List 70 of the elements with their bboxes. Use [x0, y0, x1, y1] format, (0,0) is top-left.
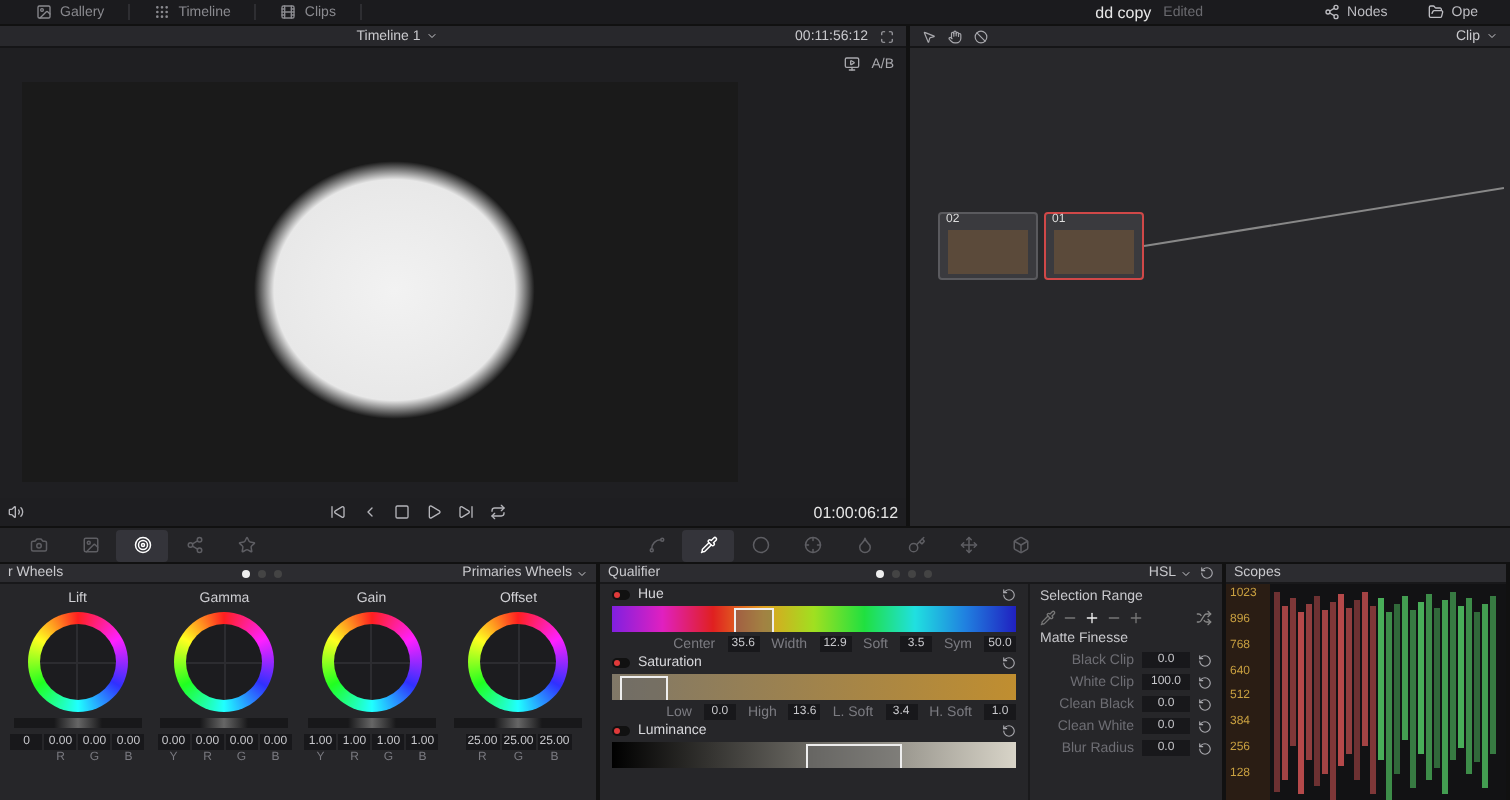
picker-tool[interactable] [1040, 610, 1056, 626]
thumbnail-placeholder [948, 230, 1028, 274]
master-slider[interactable] [160, 718, 289, 728]
loop-icon[interactable] [490, 504, 507, 520]
range-bar[interactable] [612, 742, 1016, 768]
caret-icon [1486, 30, 1498, 42]
box-icon [1011, 536, 1029, 554]
picker-tool[interactable] [1084, 610, 1100, 626]
stop-icon[interactable] [394, 504, 411, 520]
toolbar-button[interactable] [682, 529, 734, 561]
color-wheel[interactable] [321, 612, 422, 712]
pointer-icon[interactable] [922, 29, 936, 43]
skip-forward-icon[interactable] [458, 504, 475, 520]
slider-thumb[interactable] [347, 718, 396, 728]
playhead-timecode: 01:00:06:12 [813, 503, 899, 521]
caret-icon [426, 30, 439, 42]
key-icon [907, 536, 925, 554]
hand-icon[interactable] [948, 29, 962, 43]
reset-icon[interactable] [1198, 653, 1212, 667]
channel-toggle[interactable] [612, 590, 630, 600]
master-slider[interactable] [13, 718, 142, 728]
eyedropper-icon [1040, 610, 1056, 626]
move-icon [959, 536, 977, 554]
caret-icon [1180, 567, 1193, 579]
color-wheel[interactable] [468, 612, 569, 712]
nodes-icon [185, 536, 203, 554]
eyedropper-icon [699, 536, 717, 554]
plus-icon [1128, 610, 1144, 626]
slider-thumb[interactable] [53, 718, 102, 728]
play-icon[interactable] [426, 504, 443, 520]
color-wheel[interactable] [27, 612, 128, 712]
slider-thumb[interactable] [200, 718, 249, 728]
channel-toggle[interactable] [612, 658, 630, 668]
camera-icon [29, 536, 47, 554]
skip-back-icon[interactable] [330, 504, 347, 520]
folder-icon [1427, 4, 1444, 20]
reset-icon[interactable] [1200, 566, 1215, 580]
crosshair-icon [803, 536, 821, 554]
caret-icon [576, 567, 589, 579]
reset-icon[interactable] [1002, 656, 1016, 670]
nodes-icon [1323, 4, 1340, 20]
fullscreen-icon[interactable] [880, 29, 894, 43]
reset-icon[interactable] [1198, 697, 1212, 711]
reset-icon[interactable] [1198, 741, 1212, 755]
channel-toggle[interactable] [612, 726, 630, 736]
reset-icon[interactable] [1002, 588, 1016, 602]
star-icon [237, 536, 255, 554]
bypass-icon[interactable] [974, 29, 988, 43]
plus-icon [1084, 610, 1100, 626]
color-wheel[interactable] [174, 612, 275, 712]
project-title: dd copy [1095, 3, 1152, 21]
reset-icon[interactable] [1002, 724, 1016, 738]
reset-icon[interactable] [1198, 675, 1212, 689]
image-icon [81, 536, 99, 554]
circle-icon [751, 536, 769, 554]
volume-icon[interactable] [8, 504, 24, 520]
toolbar-button[interactable] [116, 529, 168, 561]
thumbnail-placeholder [1054, 230, 1134, 274]
monitor-icon[interactable] [843, 56, 860, 72]
target-icon [133, 536, 151, 554]
curve-icon [647, 536, 665, 554]
page-dot[interactable] [242, 569, 251, 577]
reset-icon[interactable] [1198, 719, 1212, 733]
image-icon [36, 4, 52, 20]
master-slider[interactable] [307, 718, 436, 728]
master-slider[interactable] [454, 718, 583, 728]
droplet-icon [855, 536, 873, 554]
page-dot[interactable] [876, 569, 885, 577]
film-icon [280, 4, 297, 20]
slider-thumb[interactable] [494, 718, 543, 728]
